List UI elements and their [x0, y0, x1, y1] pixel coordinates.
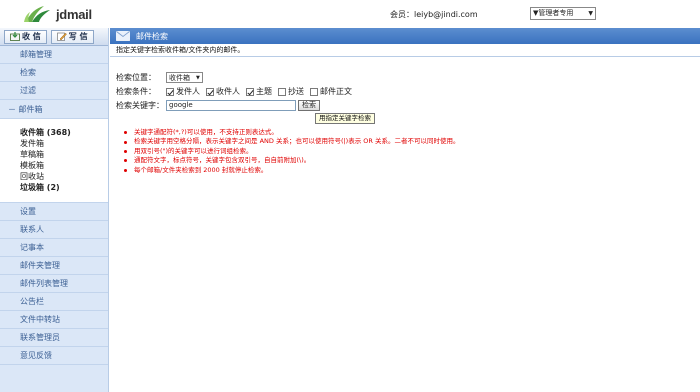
folder-templates[interactable]: 模板箱	[20, 160, 108, 171]
folder-junk[interactable]: 垃圾箱 (2)	[20, 182, 108, 193]
body-label: 邮件正文	[320, 87, 352, 96]
sidebar-item-contact-admin[interactable]: 联系管理员	[0, 329, 108, 347]
folder-sent[interactable]: 发件箱	[20, 138, 108, 149]
condition-body[interactable]: 邮件正文	[310, 86, 352, 97]
folder-list: 收件箱 (368) 发件箱 草稿箱 模板箱 回收站 垃圾箱 (2)	[0, 119, 108, 203]
page-title: 邮件检索	[136, 31, 168, 41]
receive-mail-icon	[10, 32, 20, 41]
bullet-icon	[124, 159, 127, 163]
location-label: 检索位置：	[116, 73, 156, 82]
page-description: 指定关键字检索收件箱/文件夹内的邮件。	[110, 44, 700, 57]
sender-label: 发件人	[176, 87, 200, 96]
top-header: jdmail 会员：leiyb@jindi.com ▼管理者专用 ▼	[0, 0, 700, 28]
compose-label: 写 信	[68, 32, 88, 41]
role-select-value: ▼管理者专用	[533, 9, 574, 17]
search-button[interactable]: 检索	[298, 100, 320, 111]
search-form: 检索位置： 收件箱 ▼ 检索条件： 发件人 收件人 主题 抄送 邮件正文 检索关…	[110, 57, 700, 112]
sidebar-item-bulletin[interactable]: 公告栏	[0, 293, 108, 311]
condition-cc[interactable]: 抄送	[278, 86, 304, 97]
sidebar-item-filter[interactable]: 过滤	[0, 82, 108, 100]
bullet-icon	[124, 168, 127, 172]
note-text: 检索关键字用空格分隔，表示关键字之间是 AND 关系；也可以使用符号(|)表示 …	[134, 137, 460, 146]
recipient-label: 收件人	[216, 87, 240, 96]
envelope-icon	[116, 31, 130, 41]
keyword-row: 检索关键字： google 检索	[116, 99, 700, 112]
condition-recipient[interactable]: 收件人	[206, 86, 240, 97]
note-item: 用双引号(")的关键字可以进行词组检索。	[124, 147, 459, 156]
chevron-down-icon: ▼	[196, 74, 200, 81]
condition-sender[interactable]: 发件人	[166, 86, 200, 97]
compose-pencil-icon	[56, 32, 67, 41]
note-item: 关键字通配符(*,?)可以使用，不支持正则表达式。	[124, 128, 459, 137]
sidebar-item-contacts[interactable]: 联系人	[0, 221, 108, 239]
keyword-input[interactable]: google	[166, 100, 296, 111]
location-select[interactable]: 收件箱 ▼	[166, 72, 203, 83]
role-select[interactable]: ▼管理者专用 ▼	[530, 7, 596, 20]
sidebar-item-folder-manage[interactable]: 邮件夹管理	[0, 257, 108, 275]
search-tooltip: 用指定关键字检索	[315, 113, 375, 124]
sender-checkbox[interactable]	[166, 87, 174, 96]
body-checkbox[interactable]	[310, 87, 318, 96]
compose-button[interactable]: 写 信	[50, 29, 94, 44]
logo[interactable]: jdmail	[22, 4, 122, 24]
conditions-label: 检索条件：	[116, 87, 156, 96]
sidebar-group-mailboxes[interactable]: － 邮件箱	[0, 100, 108, 119]
recipient-checkbox[interactable]	[206, 87, 214, 96]
sidebar-item-feedback[interactable]: 意见反馈	[0, 347, 108, 365]
note-text: 通配符文字，标点符号，关键字包含双引号，自自前附加(\)。	[134, 156, 311, 165]
bullet-icon	[124, 140, 127, 144]
condition-subject[interactable]: 主题	[246, 86, 272, 97]
location-row: 检索位置： 收件箱 ▼	[116, 71, 700, 84]
sidebar-item-search[interactable]: 检索	[0, 64, 108, 82]
keyword-label: 检索关键字：	[116, 101, 164, 110]
receive-button[interactable]: 收 信	[4, 29, 47, 44]
main-panel: 邮件检索 指定关键字检索收件箱/文件夹内的邮件。 检索位置： 收件箱 ▼ 检索条…	[110, 28, 700, 392]
note-item: 每个邮箱/文件夹检索到 2000 封就停止检索。	[124, 166, 459, 175]
note-text: 用双引号(")的关键字可以进行词组检索。	[134, 146, 253, 155]
note-item: 检索关键字用空格分隔，表示关键字之间是 AND 关系；也可以使用符号(|)表示 …	[124, 137, 459, 146]
chevron-down-icon: ▼	[588, 10, 593, 17]
folder-drafts[interactable]: 草稿箱	[20, 149, 108, 160]
note-item: 通配符文字，标点符号，关键字包含双引号，自自前附加(\)。	[124, 156, 459, 165]
subject-checkbox[interactable]	[246, 87, 254, 96]
folder-inbox[interactable]: 收件箱 (368)	[20, 127, 108, 138]
sidebar-item-notepad[interactable]: 记事本	[0, 239, 108, 257]
sidebar-item-mailing-list[interactable]: 邮件列表管理	[0, 275, 108, 293]
page-title-bar: 邮件检索	[110, 28, 700, 44]
leaf-logo-icon	[24, 6, 50, 22]
folder-trash[interactable]: 回收站	[20, 171, 108, 182]
sidebar-item-mailbox-manage[interactable]: 邮箱管理	[0, 46, 108, 64]
sidebar: 收 信 写 信 邮箱管理 检索 过滤 － 邮件箱 收件箱 (368) 发件箱 草…	[0, 28, 109, 392]
cc-checkbox[interactable]	[278, 87, 286, 96]
note-text: 每个邮箱/文件夹检索到 2000 封就停止检索。	[134, 165, 268, 174]
subject-label: 主题	[256, 87, 272, 96]
search-notes: 关键字通配符(*,?)可以使用，不支持正则表达式。 检索关键字用空格分隔，表示关…	[124, 128, 459, 175]
sidebar-item-settings[interactable]: 设置	[0, 203, 108, 221]
cc-label: 抄送	[288, 87, 304, 96]
conditions-row: 检索条件： 发件人 收件人 主题 抄送 邮件正文	[116, 85, 700, 98]
receive-label: 收 信	[22, 32, 41, 41]
bullet-icon	[124, 131, 127, 135]
account-info: 会员：leiyb@jindi.com	[390, 10, 478, 19]
sidebar-item-file-transfer[interactable]: 文件中转站	[0, 311, 108, 329]
note-text: 关键字通配符(*,?)可以使用，不支持正则表达式。	[134, 128, 278, 136]
bullet-icon	[124, 150, 127, 154]
location-select-value: 收件箱	[169, 73, 190, 82]
logo-text: jdmail	[56, 6, 92, 22]
mail-action-bar: 收 信 写 信	[0, 28, 108, 46]
